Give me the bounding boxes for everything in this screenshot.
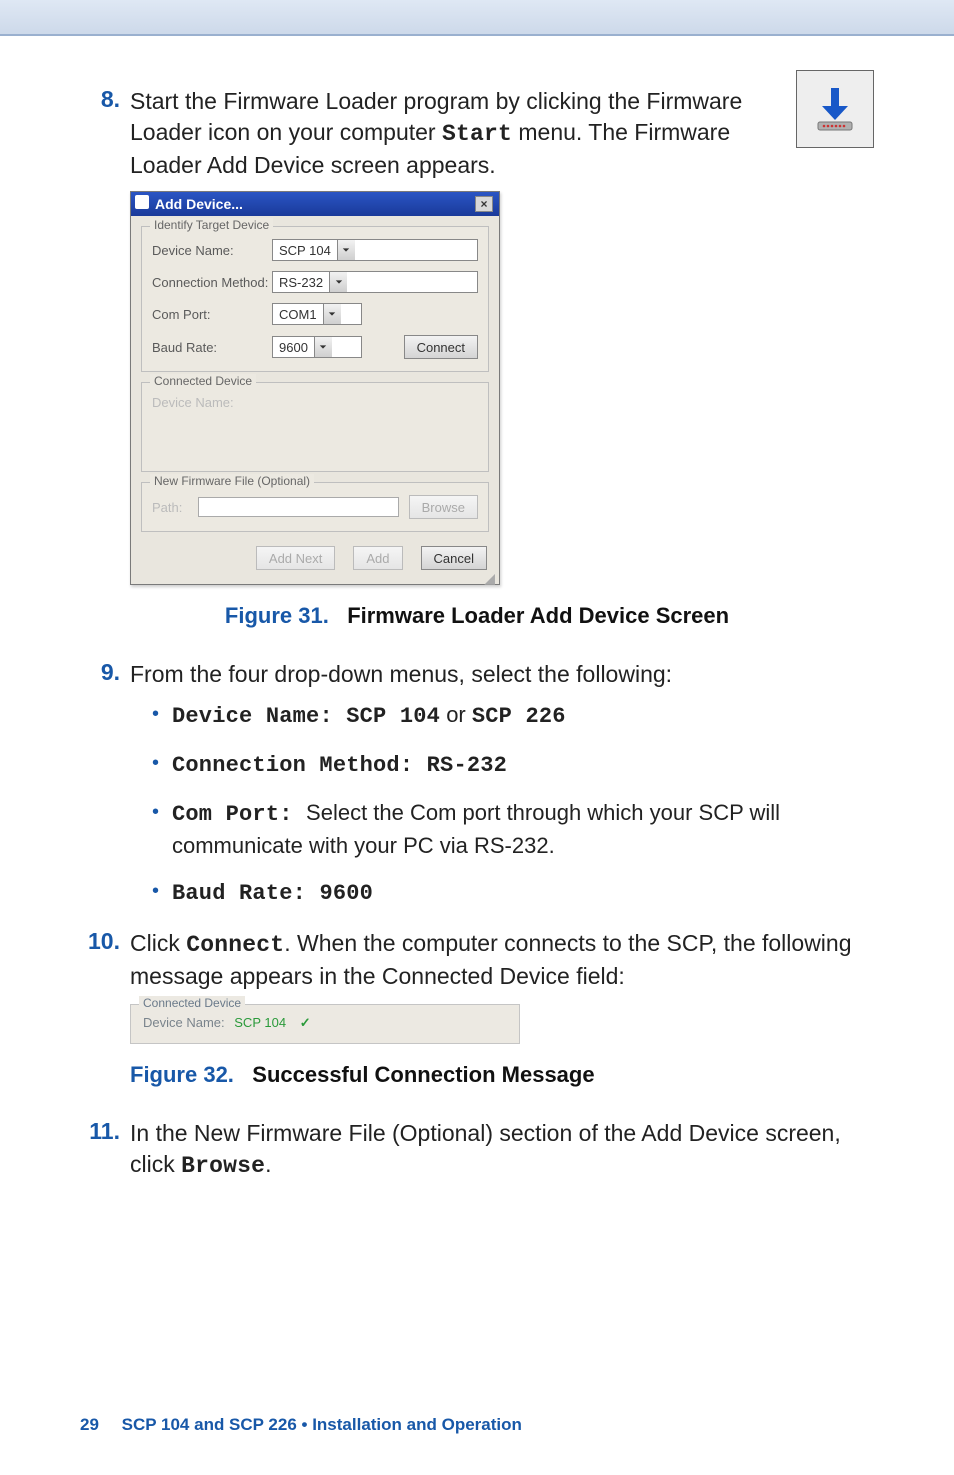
- figure-32-label: Figure 32.: [130, 1062, 234, 1087]
- strip-name-value: SCP 104: [234, 1015, 286, 1030]
- connect-button[interactable]: Connect: [404, 335, 478, 359]
- step-11: 11. In the New Firmware File (Optional) …: [80, 1118, 874, 1182]
- connection-method-value: RS-232: [273, 275, 329, 290]
- step-number: 10.: [80, 928, 130, 992]
- figure-32-text: Successful Connection Message: [252, 1062, 594, 1087]
- start-menu-label: Start: [442, 121, 512, 147]
- chevron-down-icon: [337, 240, 355, 260]
- group-identify-target: Identify Target Device Device Name: SCP …: [141, 226, 489, 372]
- path-input[interactable]: [198, 497, 399, 517]
- step-number: 8.: [80, 86, 130, 181]
- titlebar: Add Device... ×: [131, 192, 499, 216]
- bullet-device-name: Device Name: SCP 104 or SCP 226: [152, 700, 874, 733]
- device-name-select[interactable]: SCP 104: [272, 239, 478, 261]
- connection-method-select[interactable]: RS-232: [272, 271, 478, 293]
- figure-31-caption: Figure 31. Firmware Loader Add Device Sc…: [80, 603, 874, 629]
- com-port-label: Com Port:: [152, 307, 272, 322]
- resize-grip-icon: ◢: [131, 574, 499, 582]
- add-next-button[interactable]: Add Next: [256, 546, 335, 570]
- path-label: Path:: [152, 500, 198, 515]
- cancel-button[interactable]: Cancel: [421, 546, 487, 570]
- figure-31-label: Figure 31.: [225, 603, 329, 628]
- device-name-value: SCP 104: [273, 243, 337, 258]
- window-title: Add Device...: [155, 196, 243, 212]
- device-name-label: Device Name:: [152, 243, 272, 258]
- connect-inline: Connect: [186, 932, 284, 958]
- step9-intro: From the four drop-down menus, select th…: [130, 659, 874, 690]
- connected-device-name-label: Device Name:: [152, 395, 272, 410]
- strip-legend: Connected Device: [139, 996, 245, 1010]
- step-10: 10. Click Connect. When the computer con…: [80, 928, 874, 992]
- add-button[interactable]: Add: [353, 546, 402, 570]
- page-number: 29: [80, 1415, 99, 1434]
- connected-device-strip: Connected Device Device Name: SCP 104 ✓: [130, 1004, 520, 1044]
- page-footer: 29 SCP 104 and SCP 226 • Installation an…: [80, 1415, 522, 1435]
- check-icon: ✓: [300, 1015, 311, 1030]
- connection-method-label: Connection Method:: [152, 275, 272, 290]
- browse-button[interactable]: Browse: [409, 495, 478, 519]
- chevron-down-icon: [314, 337, 332, 357]
- bullet-connection-method: Connection Method: RS-232: [152, 749, 874, 782]
- page-top-banner: [0, 0, 954, 36]
- legend-connected: Connected Device: [150, 374, 256, 388]
- step-9: 9. From the four drop-down menus, select…: [80, 659, 874, 928]
- strip-name-label: Device Name:: [143, 1015, 225, 1030]
- com-port-value: COM1: [273, 307, 323, 322]
- add-device-window: Add Device... × Identify Target Device D…: [130, 191, 500, 585]
- group-new-firmware: New Firmware File (Optional) Path: Brows…: [141, 482, 489, 532]
- baud-rate-select[interactable]: 9600: [272, 336, 362, 358]
- group-connected-device: Connected Device Device Name:: [141, 382, 489, 472]
- legend-identify: Identify Target Device: [150, 218, 273, 232]
- chevron-down-icon: [323, 304, 341, 324]
- close-icon[interactable]: ×: [475, 196, 493, 212]
- com-port-select[interactable]: COM1: [272, 303, 362, 325]
- firmware-loader-icon: [796, 70, 874, 148]
- legend-newfw: New Firmware File (Optional): [150, 474, 314, 488]
- bullet-com-port: Com Port: Select the Com port through wh…: [152, 798, 874, 862]
- figure-31-text: Firmware Loader Add Device Screen: [347, 603, 729, 628]
- browse-inline: Browse: [181, 1153, 265, 1179]
- app-icon: [135, 195, 149, 209]
- baud-rate-value: 9600: [273, 340, 314, 355]
- doc-title: SCP 104 and SCP 226 • Installation and O…: [122, 1415, 522, 1434]
- bullet-baud-rate: Baud Rate: 9600: [152, 877, 874, 910]
- step-number: 11.: [80, 1118, 130, 1182]
- baud-rate-label: Baud Rate:: [152, 340, 272, 355]
- figure-32-caption: Figure 32. Successful Connection Message: [130, 1062, 874, 1088]
- step-8: 8. Start the Firmware Loader program by …: [80, 86, 874, 181]
- chevron-down-icon: [329, 272, 347, 292]
- step-number: 9.: [80, 659, 130, 928]
